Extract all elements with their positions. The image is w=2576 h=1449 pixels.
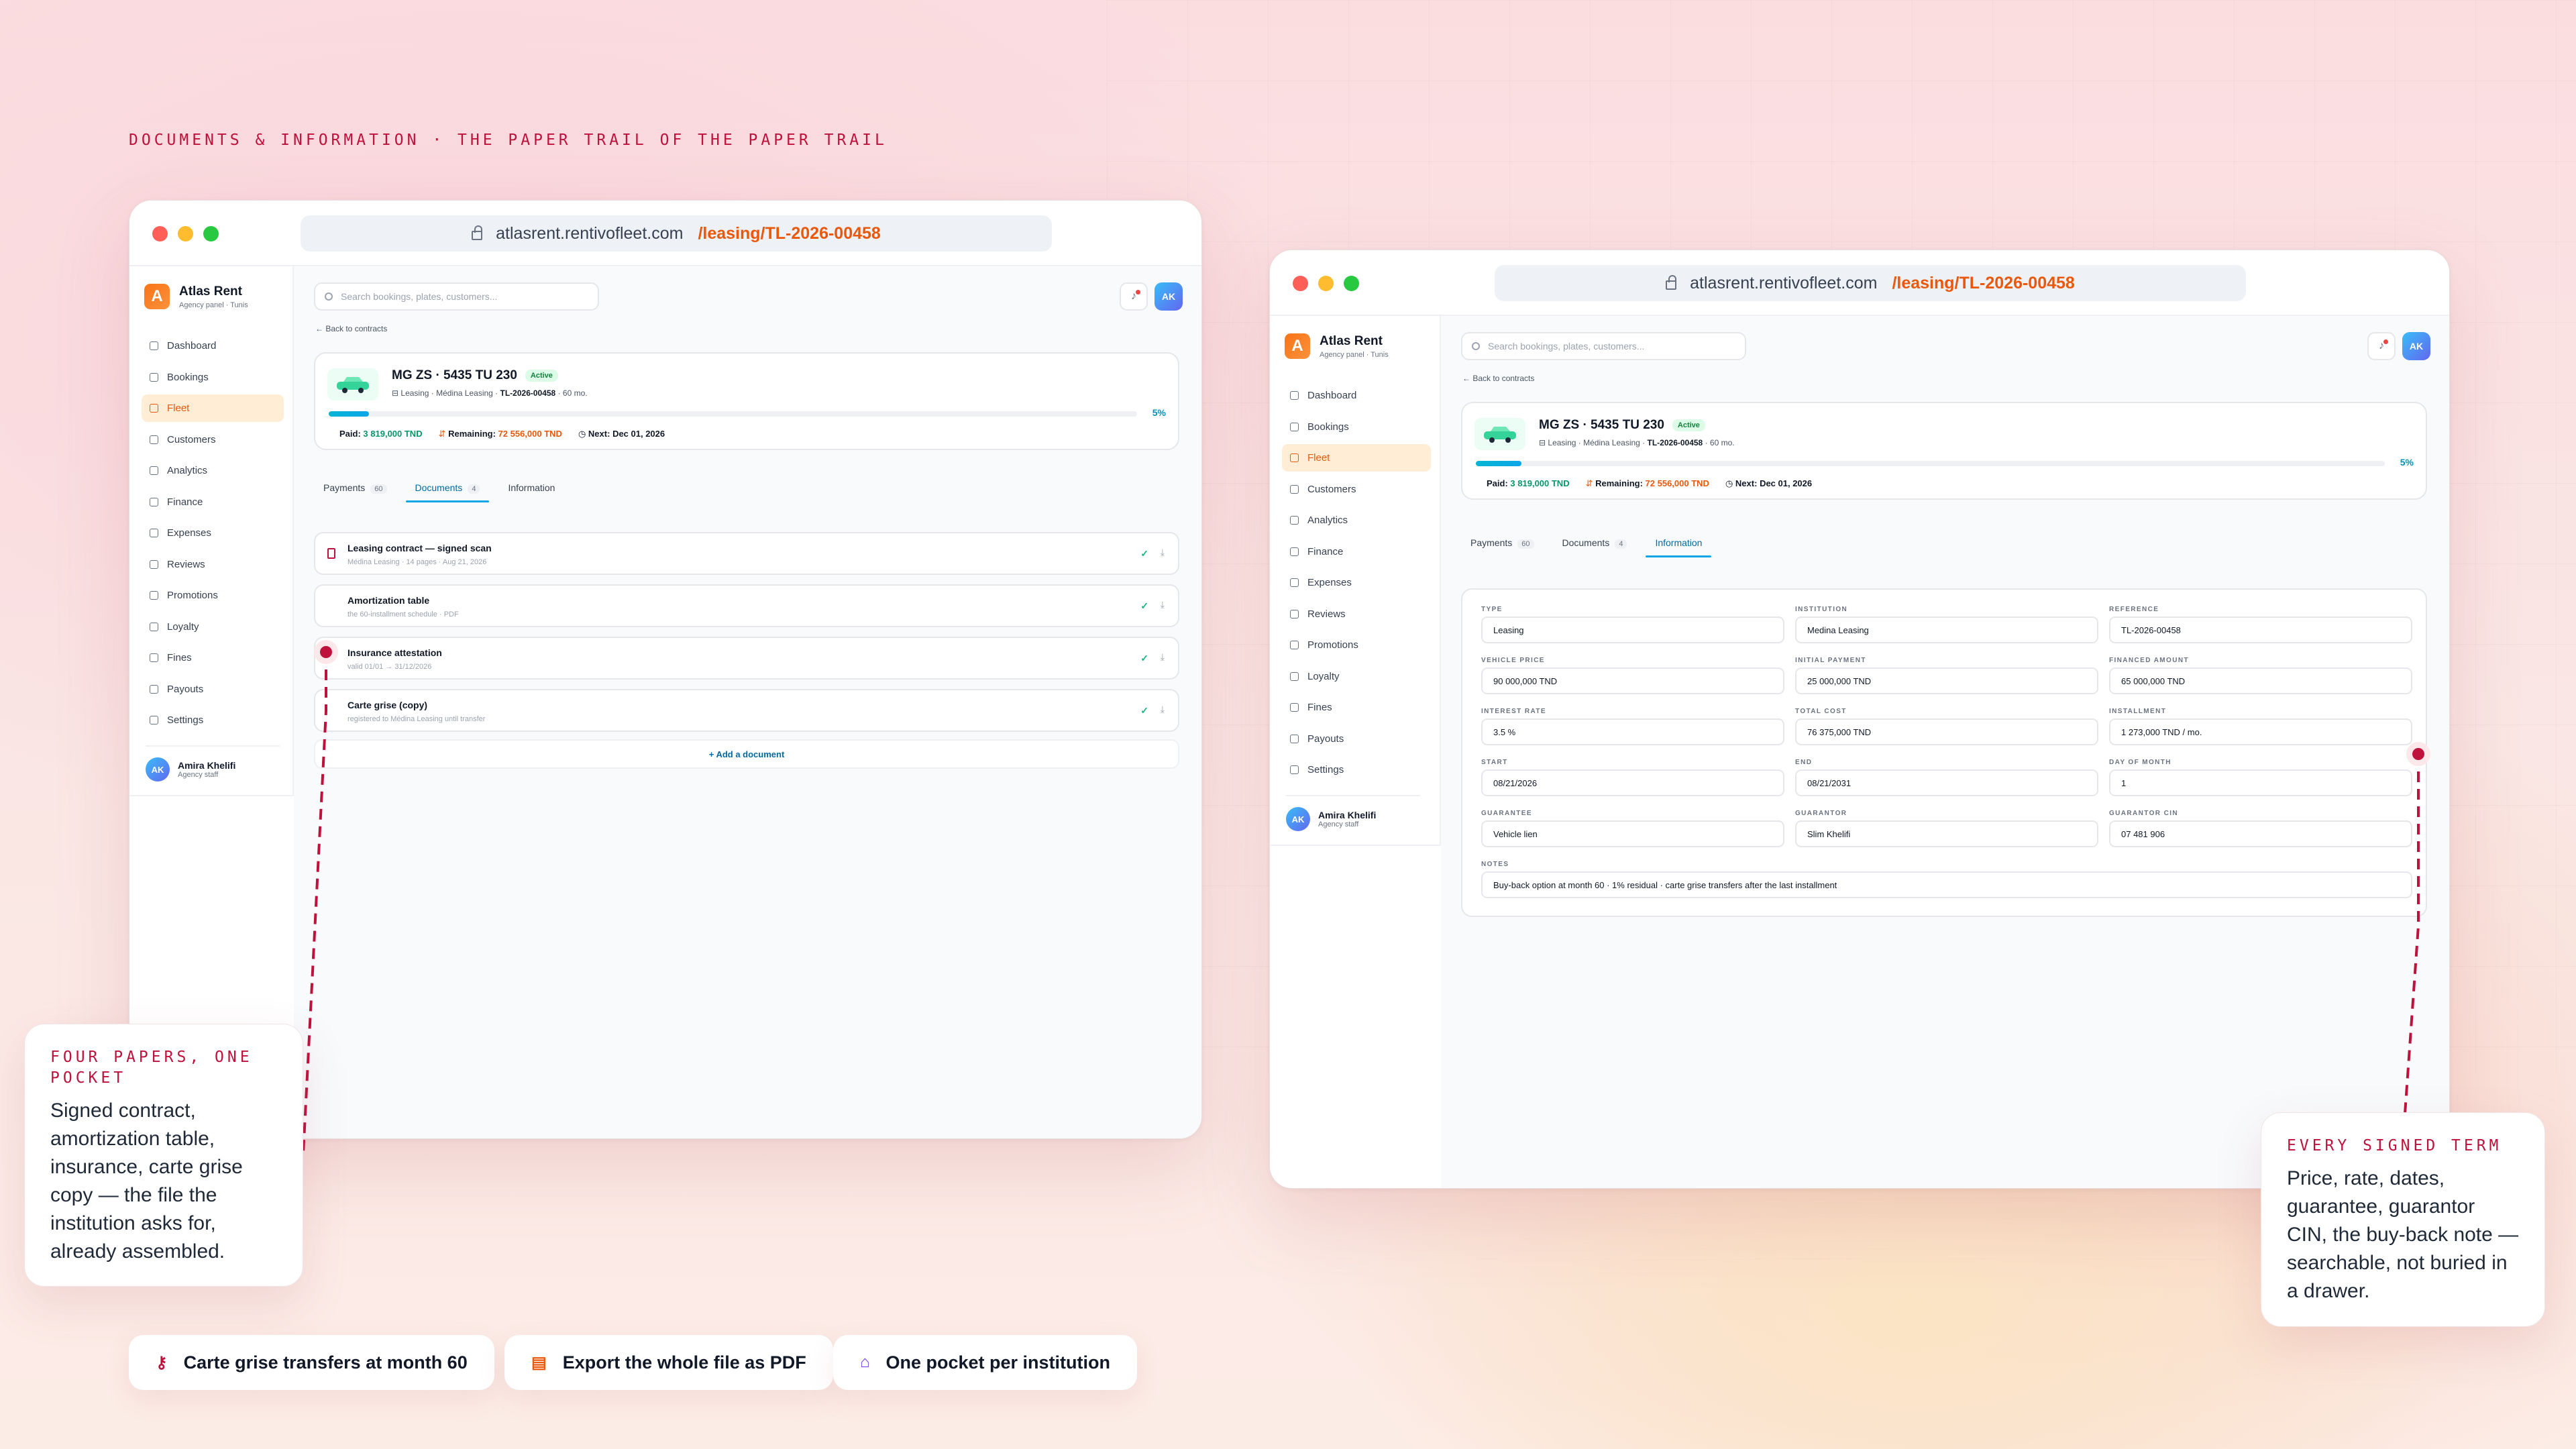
pill-label: One pocket per institution bbox=[885, 1352, 1111, 1373]
pill-label: Carte grise transfers at month 60 bbox=[183, 1352, 468, 1373]
key-icon: ⚷ bbox=[156, 1353, 168, 1372]
connector-line-right bbox=[2404, 754, 2420, 1114]
bank-icon: ⌂ bbox=[860, 1353, 870, 1371]
feature-pill-carte-grise: ⚷ Carte grise transfers at month 60 bbox=[129, 1335, 494, 1390]
feature-pill-export-pdf: ▤ Export the whole file as PDF bbox=[504, 1335, 833, 1390]
callout-connectors bbox=[302, 640, 2430, 1155]
marker-dot bbox=[2412, 748, 2424, 760]
pill-label: Export the whole file as PDF bbox=[562, 1352, 806, 1373]
callout-title: EVERY SIGNED TERM bbox=[2287, 1137, 2502, 1155]
callout-title: FOUR PAPERS, ONE POCKET bbox=[50, 1049, 253, 1087]
callout-left: FOUR PAPERS, ONE POCKET Signed contract,… bbox=[24, 1024, 303, 1287]
feature-pill-institution: ⌂ One pocket per institution bbox=[833, 1335, 1138, 1390]
callout-body: Signed contract, amortization table, ins… bbox=[50, 1099, 243, 1263]
document-icon: ▤ bbox=[531, 1353, 547, 1372]
marker-dot bbox=[320, 646, 332, 658]
callout-body: Price, rate, dates, guarantee, guarantor… bbox=[2287, 1167, 2519, 1302]
connector-line-left bbox=[302, 652, 327, 1155]
callout-right: EVERY SIGNED TERM Price, rate, dates, gu… bbox=[2261, 1112, 2545, 1327]
